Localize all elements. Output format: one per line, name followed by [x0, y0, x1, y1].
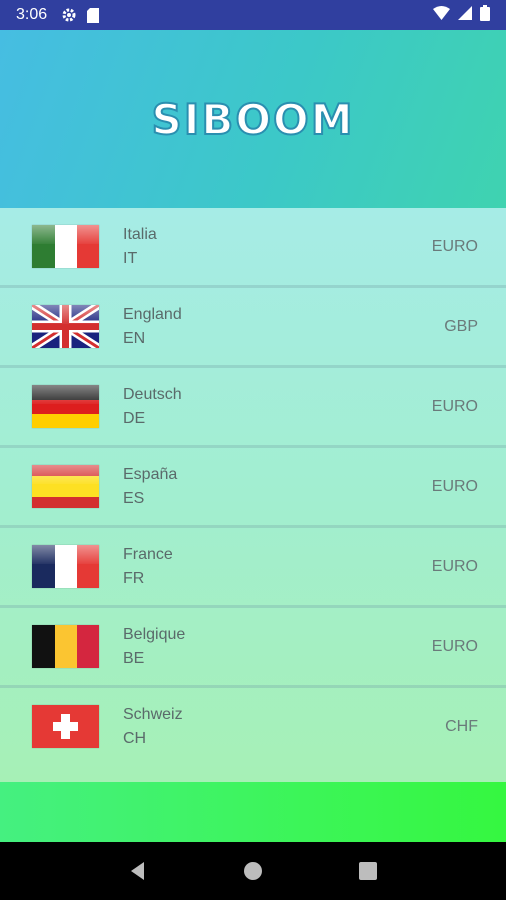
- home-icon: [243, 862, 262, 880]
- recents-button[interactable]: [348, 851, 388, 891]
- belgium-flag-icon: [32, 625, 99, 668]
- back-button[interactable]: [118, 851, 158, 891]
- status-time: 3:06: [16, 6, 48, 23]
- footer-bar: [0, 782, 506, 842]
- switzerland-flag-icon: [32, 705, 99, 748]
- italy-flag-icon: [32, 225, 99, 268]
- country-row-england[interactable]: England EN GBP: [0, 288, 506, 368]
- currency-label: EURO: [431, 638, 478, 655]
- country-list: Italia IT EURO England EN GBP Deutsch DE…: [0, 208, 506, 782]
- country-code: ES: [123, 490, 145, 507]
- currency-label: EURO: [431, 558, 478, 575]
- country-name: Schweiz: [123, 706, 183, 723]
- app-header: SIBOOM: [0, 30, 506, 208]
- currency-label: GBP: [444, 318, 478, 335]
- germany-flag-icon: [32, 385, 99, 428]
- siboom-logo: SIBOOM: [150, 94, 355, 145]
- country-code: BE: [123, 650, 145, 667]
- country-code: EN: [123, 330, 146, 347]
- country-code: FR: [123, 570, 145, 587]
- sd-card-icon: [87, 7, 100, 23]
- wifi-icon: [433, 5, 450, 25]
- country-name: Deutsch: [123, 386, 182, 403]
- country-row-espana[interactable]: España ES EURO: [0, 448, 506, 528]
- country-row-deutsch[interactable]: Deutsch DE EURO: [0, 368, 506, 448]
- country-row-france[interactable]: France FR EURO: [0, 528, 506, 608]
- country-name: Belgique: [123, 626, 186, 643]
- country-name: Italia: [123, 226, 157, 243]
- country-row-italia[interactable]: Italia IT EURO: [0, 208, 506, 288]
- country-code: CH: [123, 730, 147, 747]
- settings-icon: [61, 7, 77, 23]
- battery-icon: [480, 4, 490, 26]
- spain-flag-icon: [32, 465, 99, 508]
- country-code: IT: [123, 250, 138, 267]
- country-row-schweiz[interactable]: Schweiz CH CHF: [0, 688, 506, 768]
- country-code: DE: [123, 410, 146, 427]
- country-name: France: [123, 546, 173, 563]
- recents-icon: [359, 862, 378, 880]
- currency-label: EURO: [431, 238, 478, 255]
- country-name: España: [123, 466, 178, 483]
- home-button[interactable]: [233, 851, 273, 891]
- currency-label: EURO: [431, 478, 478, 495]
- status-bar: 3:06: [0, 0, 506, 30]
- back-icon: [130, 862, 144, 880]
- navigation-bar: [0, 842, 506, 900]
- uk-flag-icon: [32, 305, 99, 348]
- country-row-belgique[interactable]: Belgique BE EURO: [0, 608, 506, 688]
- currency-label: CHF: [445, 718, 478, 735]
- currency-label: EURO: [431, 398, 478, 415]
- country-name: England: [123, 306, 182, 323]
- france-flag-icon: [32, 545, 99, 588]
- signal-icon: [458, 5, 472, 25]
